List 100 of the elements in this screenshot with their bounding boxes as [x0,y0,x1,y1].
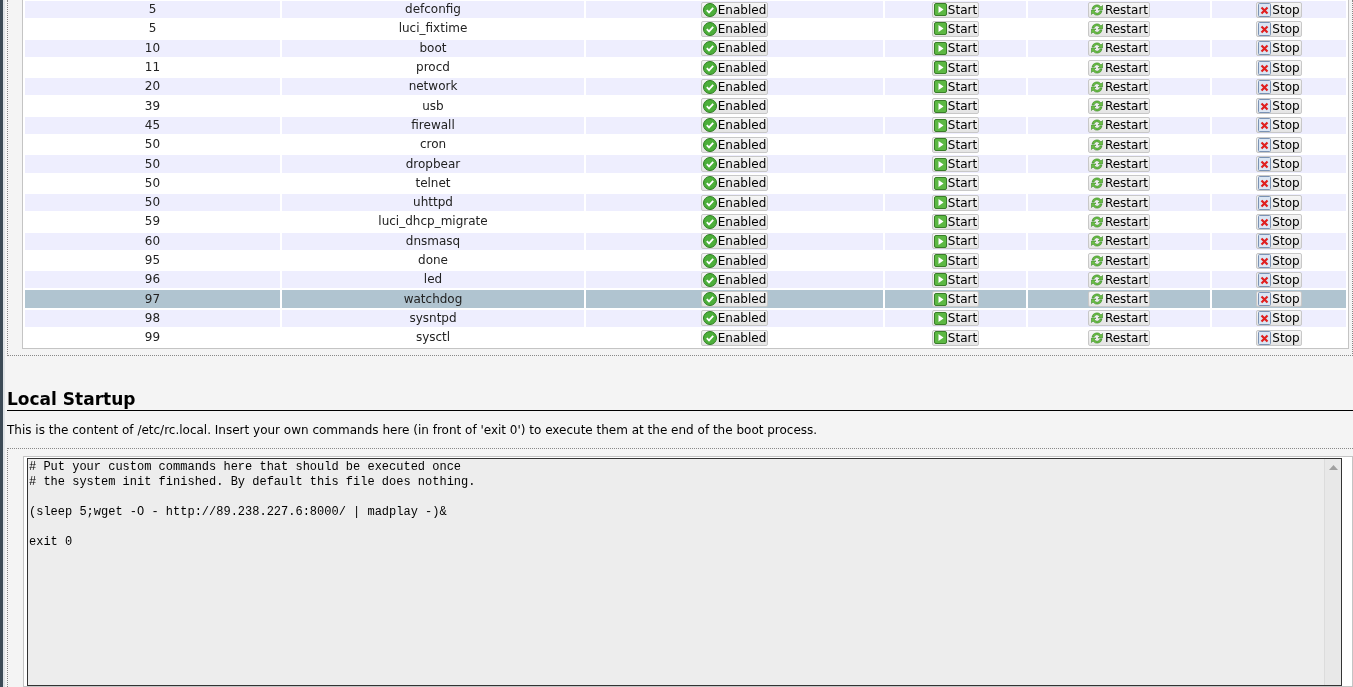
enabled-button[interactable]: Enabled [700,213,769,230]
enabled-button[interactable]: Enabled [700,98,769,115]
stop-button[interactable]: Stop [1256,117,1302,134]
service-name: sysctl [415,330,451,345]
restart-button[interactable]: Restart [1087,310,1151,327]
enabled-button[interactable]: Enabled [700,310,769,327]
restart-button[interactable]: Restart [1087,59,1151,76]
enabled-button[interactable]: Enabled [700,59,769,76]
restart-button[interactable]: Restart [1087,98,1151,115]
start-button[interactable]: Start [931,117,980,134]
stop-button[interactable]: Stop [1256,136,1302,153]
stop-button[interactable]: Stop [1256,233,1302,250]
priority-text: 50 [144,137,161,152]
restart-button[interactable]: Restart [1087,156,1151,172]
start-button[interactable]: Start [931,194,980,211]
start-button[interactable]: Start [931,271,980,288]
restart-button[interactable]: Restart [1087,20,1151,37]
service-name: luci_dhcp_migrate [378,214,488,229]
restart-button[interactable]: Restart [1087,271,1151,288]
stop-button[interactable]: Stop [1256,310,1302,327]
stop-button[interactable]: Stop [1256,213,1302,230]
enabled-button[interactable]: Enabled [700,194,769,211]
service-row[interactable]: 60 dnsmasq Enabled Start Restart Stop [25,232,1346,250]
start-button[interactable]: Start [931,291,980,308]
play-icon [933,196,947,210]
service-row[interactable]: 98 sysntpd Enabled Start Restart Stop [25,309,1346,328]
restart-button[interactable]: Restart [1087,117,1151,134]
service-row[interactable]: 96 led Enabled Start Restart Stop [25,271,1346,289]
start-button[interactable]: Start [931,20,980,37]
restart-button[interactable]: Restart [1087,213,1151,230]
restart-button[interactable]: Restart [1087,136,1151,153]
stop-button[interactable]: Stop [1256,156,1302,172]
restart-button[interactable]: Restart [1087,40,1151,57]
refresh-icon [1089,99,1104,114]
stop-icon [1258,272,1272,287]
start-button[interactable]: Start [931,98,980,115]
enabled-button[interactable]: Enabled [700,78,769,95]
restart-button[interactable]: Restart [1087,252,1151,269]
stop-button[interactable]: Stop [1256,20,1302,37]
restart-button[interactable]: Restart [1087,194,1151,211]
section-description: This is the content of /etc/rc.local. Insert your own commands here (in front of 'exit 0') to execute them at the end of the boot process. [7,422,819,439]
stop-button[interactable]: Stop [1256,98,1302,115]
scrollbar[interactable] [1324,459,1341,685]
refresh-icon [1089,234,1104,249]
service-row[interactable]: 50 uhttpd Enabled Start Restart Stop [25,193,1346,212]
start-button[interactable]: Start [931,213,980,230]
start-button[interactable]: Start [931,252,980,269]
refresh-icon [1089,60,1104,75]
enabled-button[interactable]: Enabled [700,233,769,250]
start-button[interactable]: Start [931,156,980,172]
start-button[interactable]: Start [931,1,980,18]
enabled-button[interactable]: Enabled [700,136,769,153]
enabled-button[interactable]: Enabled [700,252,769,269]
scroll-up-icon[interactable] [1328,465,1338,471]
refresh-icon [1089,137,1104,152]
enabled-button[interactable]: Enabled [700,156,769,172]
stop-button[interactable]: Stop [1256,59,1302,76]
priority-text: 97 [144,291,161,306]
start-button[interactable]: Start [931,310,980,327]
enabled-button[interactable]: Enabled [700,1,769,18]
start-button[interactable]: Start [931,78,980,95]
enabled-button[interactable]: Enabled [700,291,769,308]
service-name: defconfig [405,2,461,17]
restart-button[interactable]: Restart [1087,175,1151,192]
restart-button[interactable]: Restart [1087,1,1151,18]
stop-button[interactable]: Stop [1256,78,1302,95]
stop-button[interactable]: Stop [1256,291,1302,308]
start-button[interactable]: Start [931,59,980,76]
start-button[interactable]: Start [931,175,980,192]
enabled-button[interactable]: Enabled [700,329,769,346]
restart-button[interactable]: Restart [1087,78,1151,95]
start-button[interactable]: Start [931,329,980,346]
restart-button[interactable]: Restart [1087,329,1151,346]
service-row[interactable]: 45 firewall Enabled Start Restart Stop [25,116,1346,135]
service-row[interactable]: 50 dropbear Enabled Start Restart Stop [25,155,1346,173]
enabled-button[interactable]: Enabled [700,40,769,57]
enabled-button[interactable]: Enabled [700,175,769,192]
start-button[interactable]: Start [931,233,980,250]
restart-button[interactable]: Restart [1087,233,1151,250]
enabled-button[interactable]: Enabled [700,20,769,37]
start-button[interactable]: Start [931,136,980,153]
stop-button[interactable]: Stop [1256,271,1302,288]
stop-button[interactable]: Stop [1256,175,1302,192]
service-name: watchdog [403,291,463,306]
play-icon [933,215,947,229]
service-row[interactable]: 97 watchdog Enabled Start Restart Stop [25,290,1346,308]
check-circle-icon [702,253,717,268]
stop-icon [1258,60,1272,75]
stop-button[interactable]: Stop [1256,1,1302,18]
start-button[interactable]: Start [931,40,980,57]
stop-button[interactable]: Stop [1256,40,1302,57]
stop-button[interactable]: Stop [1256,329,1302,346]
restart-button[interactable]: Restart [1087,291,1151,308]
priority-text: 59 [144,214,161,229]
enabled-button[interactable]: Enabled [700,271,769,288]
stop-button[interactable]: Stop [1256,194,1302,211]
priority-text: 50 [144,175,161,190]
check-circle-icon [702,195,717,210]
stop-button[interactable]: Stop [1256,252,1302,269]
enabled-button[interactable]: Enabled [700,117,769,134]
